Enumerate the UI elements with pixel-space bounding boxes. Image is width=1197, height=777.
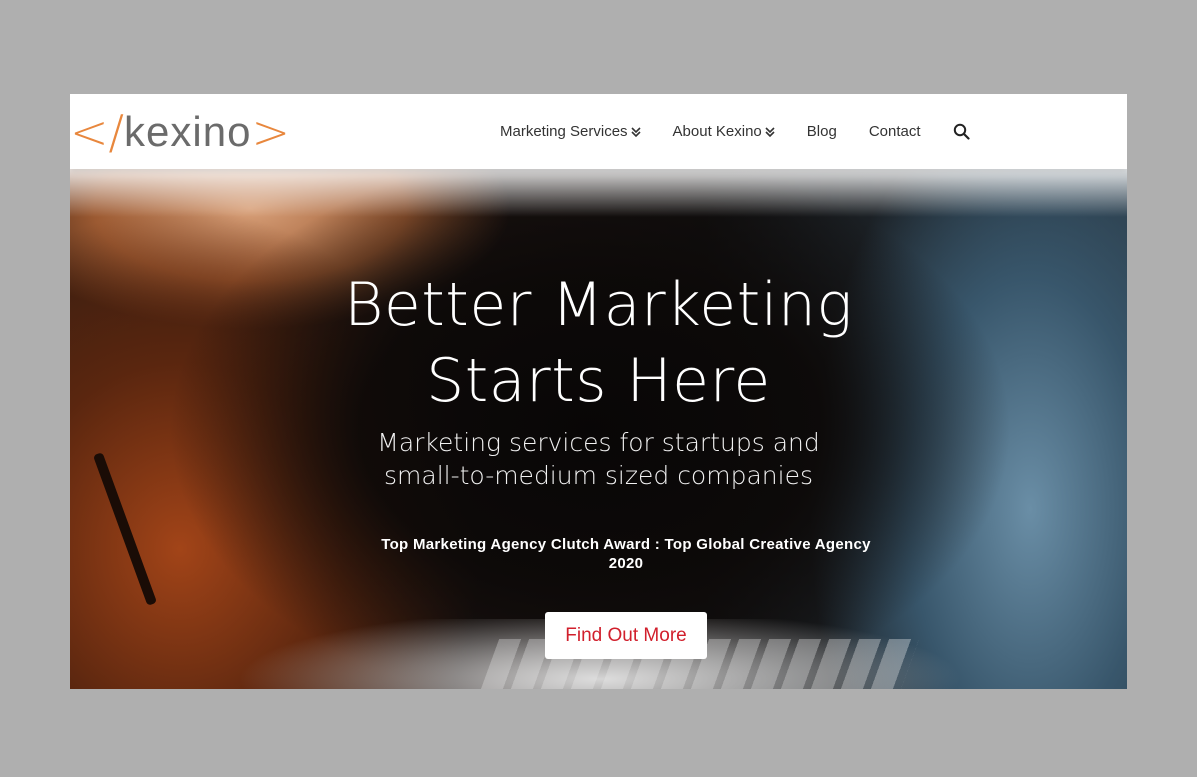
hero-headline-line2: Starts Here: [426, 346, 771, 416]
find-out-more-button[interactable]: Find Out More: [545, 612, 707, 659]
hero-banner: Better Marketing Starts Here Marketing s…: [70, 169, 1127, 689]
search-button[interactable]: [953, 123, 970, 140]
double-chevron-down-icon: [765, 126, 775, 137]
award-text: Top Marketing Agency Clutch Award : Top …: [370, 535, 882, 573]
hero-headline: Better Marketing Starts Here: [70, 267, 1127, 419]
hero-headline-line1: Better Marketing: [344, 270, 853, 340]
site-header: </ kexino > Marketing Services About Kex…: [70, 94, 1127, 169]
main-nav: Marketing Services About Kexino Blog Con…: [500, 94, 970, 169]
nav-item-blog[interactable]: Blog: [807, 123, 837, 140]
hero-subheadline-line2: small-to-medium sized companies: [384, 461, 813, 490]
logo-wordmark: kexino: [124, 108, 252, 155]
logo-open-bracket: </: [70, 105, 125, 159]
nav-item-marketing-services[interactable]: Marketing Services: [500, 123, 641, 140]
nav-item-about-kexino[interactable]: About Kexino: [673, 123, 775, 140]
nav-item-contact[interactable]: Contact: [869, 123, 921, 140]
award-text-line2: 2020: [608, 555, 644, 572]
hero-subheadline-line1: Marketing services for startups and: [377, 428, 820, 457]
search-icon: [953, 123, 970, 140]
award-text-line1: Top Marketing Agency Clutch Award : Top …: [381, 536, 871, 553]
nav-item-label: Contact: [868, 123, 921, 140]
nav-item-label: Marketing Services: [500, 123, 628, 140]
logo-close-bracket: >: [251, 105, 290, 159]
nav-item-label: About Kexino: [672, 123, 762, 140]
kexino-logo[interactable]: </ kexino >: [70, 102, 315, 162]
nav-item-label: Blog: [806, 123, 837, 140]
hero-background-highlight: [70, 169, 1127, 217]
double-chevron-down-icon: [630, 126, 641, 137]
hero-subheadline: Marketing services for startups and smal…: [70, 426, 1127, 492]
website-viewport: </ kexino > Marketing Services About Kex…: [70, 94, 1127, 689]
